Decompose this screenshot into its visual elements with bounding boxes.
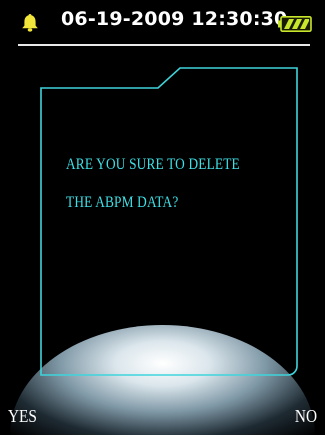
yes-softkey[interactable]: YES <box>8 406 37 427</box>
dialog-message: ARE YOU SURE TO DELETE THE ABPM DATA? <box>66 146 264 222</box>
dialog-message-line2: THE ABPM DATA? <box>66 194 179 211</box>
no-softkey[interactable]: NO <box>295 406 317 427</box>
dialog-message-line1: ARE YOU SURE TO DELETE <box>66 156 240 173</box>
delete-confirm-dialog: ARE YOU SURE TO DELETE THE ABPM DATA? <box>0 0 325 435</box>
